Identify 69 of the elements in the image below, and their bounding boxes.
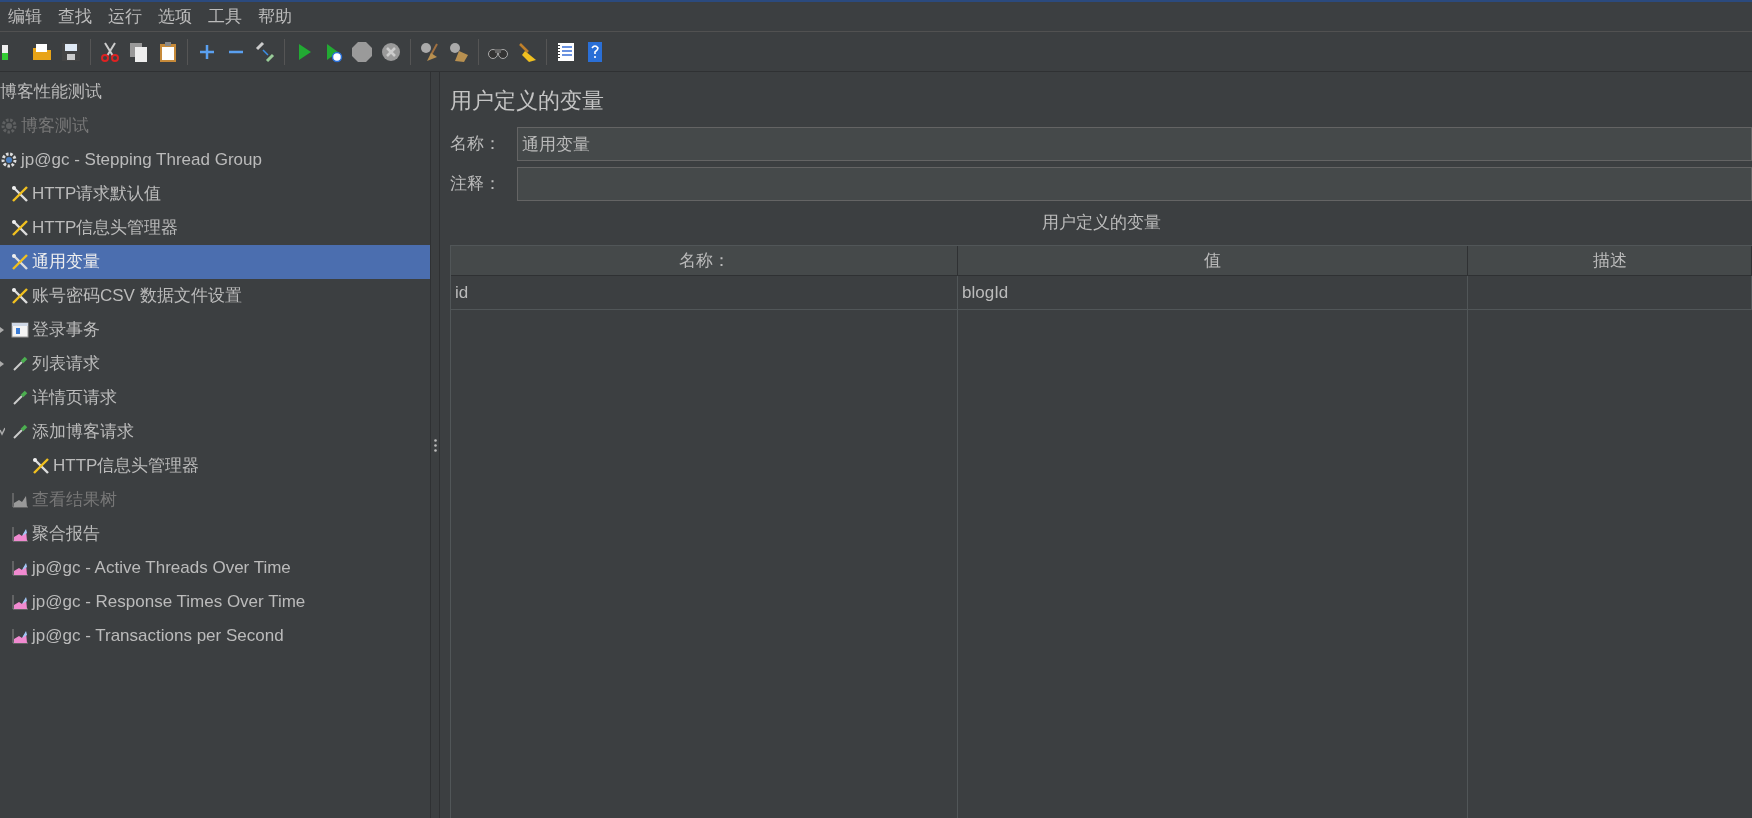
tree-item[interactable]: 通用变量 xyxy=(0,245,430,279)
column-header[interactable]: 名称： xyxy=(451,246,958,276)
column-header[interactable]: 值 xyxy=(958,246,1468,276)
tree-item-label: 详情页请求 xyxy=(32,387,117,410)
comment-label: 注释： xyxy=(450,173,502,196)
tree-item-label: 聚合报告 xyxy=(32,523,100,546)
window-icon xyxy=(11,321,29,339)
tools-icon xyxy=(11,219,29,237)
dropper-icon xyxy=(11,389,29,407)
table-cell: blogId xyxy=(958,276,1468,310)
name-label: 名称： xyxy=(450,133,502,156)
tree-item-label: 登录事务 xyxy=(32,319,100,342)
tree-item[interactable]: 列表请求 xyxy=(0,347,430,381)
tree-item-label: jp@gc - Stepping Thread Group xyxy=(21,149,262,172)
chevron-right-icon[interactable] xyxy=(0,325,5,335)
tree-item[interactable]: 博客性能测试 xyxy=(0,75,430,109)
tree-item[interactable]: 登录事务 xyxy=(0,313,430,347)
tree-item-label: 添加博客请求 xyxy=(32,421,134,444)
tree-item[interactable]: jp@gc - Response Times Over Time xyxy=(0,585,430,619)
tree-item-label: jp@gc - Transactions per Second xyxy=(32,625,284,648)
tree-item-label: HTTP信息头管理器 xyxy=(32,217,179,240)
chevron-right-icon[interactable] xyxy=(0,359,5,369)
tree-item[interactable]: jp@gc - Transactions per Second xyxy=(0,619,430,653)
tree-item-label: HTTP信息头管理器 xyxy=(53,455,200,478)
tree-item[interactable]: 账号密码CSV 数据文件设置 xyxy=(0,279,430,313)
tools-icon xyxy=(32,457,50,475)
menu-item[interactable]: 运行 xyxy=(100,3,150,30)
tree-item[interactable]: 聚合报告 xyxy=(0,517,430,551)
tree-item-label: 通用变量 xyxy=(32,251,100,274)
chart-icon xyxy=(11,491,29,509)
tree-item-label: 列表请求 xyxy=(32,353,100,376)
tree-item[interactable]: HTTP信息头管理器 xyxy=(0,211,430,245)
tree-item-label: HTTP请求默认值 xyxy=(32,183,162,206)
gear-icon xyxy=(0,151,18,169)
tree-item-label: jp@gc - Response Times Over Time xyxy=(32,591,306,614)
menu-item[interactable]: 编辑 xyxy=(0,3,50,30)
tools-icon xyxy=(11,185,29,203)
comment-field[interactable] xyxy=(517,167,1752,201)
tree-item[interactable]: jp@gc - Active Threads Over Time xyxy=(0,551,430,585)
dropper-icon xyxy=(11,423,29,441)
chart-icon xyxy=(11,559,29,577)
tree-item-label: jp@gc - Active Threads Over Time xyxy=(32,557,291,580)
chart-icon xyxy=(11,593,29,611)
menu-item[interactable]: 查找 xyxy=(50,3,100,30)
name-field[interactable]: 通用变量 xyxy=(517,127,1752,161)
tree-item[interactable]: HTTP信息头管理器 xyxy=(0,449,430,483)
tree-item-label: 博客性能测试 xyxy=(0,81,102,104)
table-cell: id xyxy=(451,276,958,310)
tree-item[interactable]: jp@gc - Stepping Thread Group xyxy=(0,143,430,177)
menu-item[interactable]: 选项 xyxy=(150,3,200,30)
tree-item[interactable]: HTTP请求默认值 xyxy=(0,177,430,211)
grip-icon xyxy=(433,438,437,452)
menu-item[interactable]: 工具 xyxy=(200,3,250,30)
table-title: 用户定义的变量 xyxy=(1041,212,1161,235)
gear-icon xyxy=(0,117,18,135)
chart-icon xyxy=(11,627,29,645)
menu-item[interactable]: 帮助 xyxy=(250,3,300,30)
tree-item[interactable]: 详情页请求 xyxy=(0,381,430,415)
dropper-icon xyxy=(11,355,29,373)
chevron-down-icon[interactable] xyxy=(0,427,5,437)
tree-item[interactable]: 添加博客请求 xyxy=(0,415,430,449)
panel-title: 用户定义的变量 xyxy=(450,87,605,115)
chart-icon xyxy=(11,525,29,543)
tools-icon xyxy=(11,253,29,271)
tree-item-label: 博客测试 xyxy=(21,115,89,138)
tools-icon xyxy=(11,287,29,305)
column-header[interactable]: 描述 xyxy=(1468,246,1752,276)
tree-item-label: 查看结果树 xyxy=(32,489,117,512)
tree-item-label: 账号密码CSV 数据文件设置 xyxy=(32,285,242,308)
